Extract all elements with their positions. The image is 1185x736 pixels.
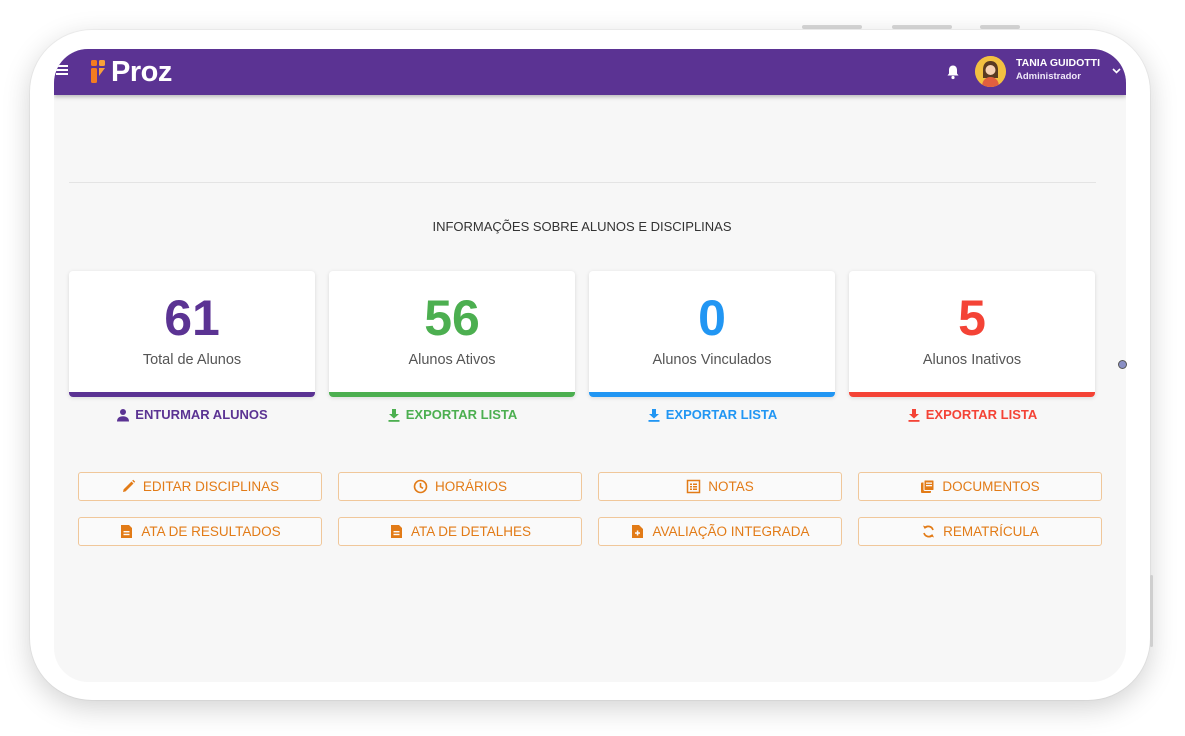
top-navbar: Proz TANIA GUIDOTTI Administrador [54, 49, 1126, 95]
brand-logo[interactable]: Proz [91, 56, 172, 88]
card-alunos-ativos: 56 Alunos Ativos [329, 271, 575, 397]
file-plus-icon [632, 525, 644, 538]
button-label: ATA DE DETALHES [410, 524, 532, 539]
card-label: Alunos Inativos [922, 352, 1022, 368]
link-label: EXPORTAR LISTA [405, 407, 518, 422]
refresh-icon [923, 525, 935, 538]
proz-logo-icon [91, 60, 105, 83]
exportar-lista-inativos-link[interactable]: EXPORTAR LISTA [849, 407, 1095, 422]
card-value: 61 [164, 290, 220, 346]
documentos-button[interactable]: DOCUMENTOS [858, 472, 1102, 501]
notas-button[interactable]: NOTAS [598, 472, 842, 501]
avaliacao-integrada-button[interactable]: AVALIAÇÃO INTEGRADA [598, 517, 842, 546]
card-value: 5 [958, 290, 986, 346]
exportar-lista-vinculados-link[interactable]: EXPORTAR LISTA [589, 407, 835, 422]
button-label: DOCUMENTOS [942, 479, 1040, 494]
avatar-image-icon [975, 56, 1006, 87]
button-label: ATA DE RESULTADOS [141, 524, 281, 539]
download-icon [908, 408, 920, 422]
documents-icon [921, 479, 935, 493]
card-alunos-vinculados: 0 Alunos Vinculados [589, 271, 835, 397]
card-label: Alunos Ativos [408, 352, 496, 368]
section-title: INFORMAÇÕES SOBRE ALUNOS E DISCIPLINAS [432, 219, 732, 234]
list-icon [686, 479, 701, 494]
button-label: REMATRÍCULA [943, 524, 1039, 539]
document-icon [390, 525, 402, 538]
app-screen: Proz TANIA GUIDOTTI Administrador INFORM… [54, 49, 1126, 682]
hamburger-menu-icon[interactable] [56, 65, 68, 75]
editar-disciplinas-button[interactable]: EDITAR DISCIPLINAS [78, 472, 322, 501]
button-label: AVALIAÇÃO INTEGRADA [652, 524, 810, 539]
ata-de-resultados-button[interactable]: ATA DE RESULTADOS [78, 517, 322, 546]
card-accent-bar [329, 392, 575, 397]
pencil-icon [122, 479, 136, 492]
card-label: Alunos Vinculados [652, 352, 772, 368]
card-accent-bar [69, 392, 315, 397]
enturmar-alunos-link[interactable]: ENTURMAR ALUNOS [69, 407, 315, 422]
user-info[interactable]: TANIA GUIDOTTI Administrador [1016, 57, 1100, 84]
decorative-bar [892, 25, 952, 29]
horarios-button[interactable]: HORÁRIOS [338, 472, 582, 501]
card-value: 0 [698, 290, 726, 346]
ata-de-detalhes-button[interactable]: ATA DE DETALHES [338, 517, 582, 546]
button-label: EDITAR DISCIPLINAS [142, 479, 280, 494]
notification-bell-icon[interactable] [946, 64, 960, 80]
divider [69, 182, 1096, 183]
card-alunos-inativos: 5 Alunos Inativos [849, 271, 1095, 397]
user-role: Administrador [1016, 71, 1081, 82]
card-accent-bar [589, 392, 835, 397]
link-label: EXPORTAR LISTA [925, 407, 1038, 422]
button-label: HORÁRIOS [434, 479, 507, 494]
brand-name: Proz [111, 56, 172, 88]
user-avatar[interactable] [975, 56, 1006, 87]
document-icon [121, 525, 133, 538]
clock-icon [413, 479, 428, 494]
link-label: ENTURMAR ALUNOS [135, 407, 268, 422]
card-label: Total de Alunos [142, 352, 242, 368]
card-total-alunos: 61 Total de Alunos [69, 271, 315, 397]
chevron-down-icon[interactable] [1111, 65, 1122, 76]
scroll-indicator[interactable] [1118, 360, 1127, 369]
user-name: TANIA GUIDOTTI [1016, 57, 1100, 69]
rematricula-button[interactable]: REMATRÍCULA [858, 517, 1102, 546]
link-label: EXPORTAR LISTA [665, 407, 778, 422]
exportar-lista-ativos-link[interactable]: EXPORTAR LISTA [329, 407, 575, 422]
download-icon [388, 408, 400, 422]
download-icon [648, 408, 660, 422]
decorative-bar [802, 25, 862, 29]
user-icon [117, 408, 130, 421]
device-side-button [1150, 575, 1153, 647]
decorative-bar [980, 25, 1020, 29]
button-label: NOTAS [708, 479, 754, 494]
card-value: 56 [424, 290, 480, 346]
card-accent-bar [849, 392, 1095, 397]
